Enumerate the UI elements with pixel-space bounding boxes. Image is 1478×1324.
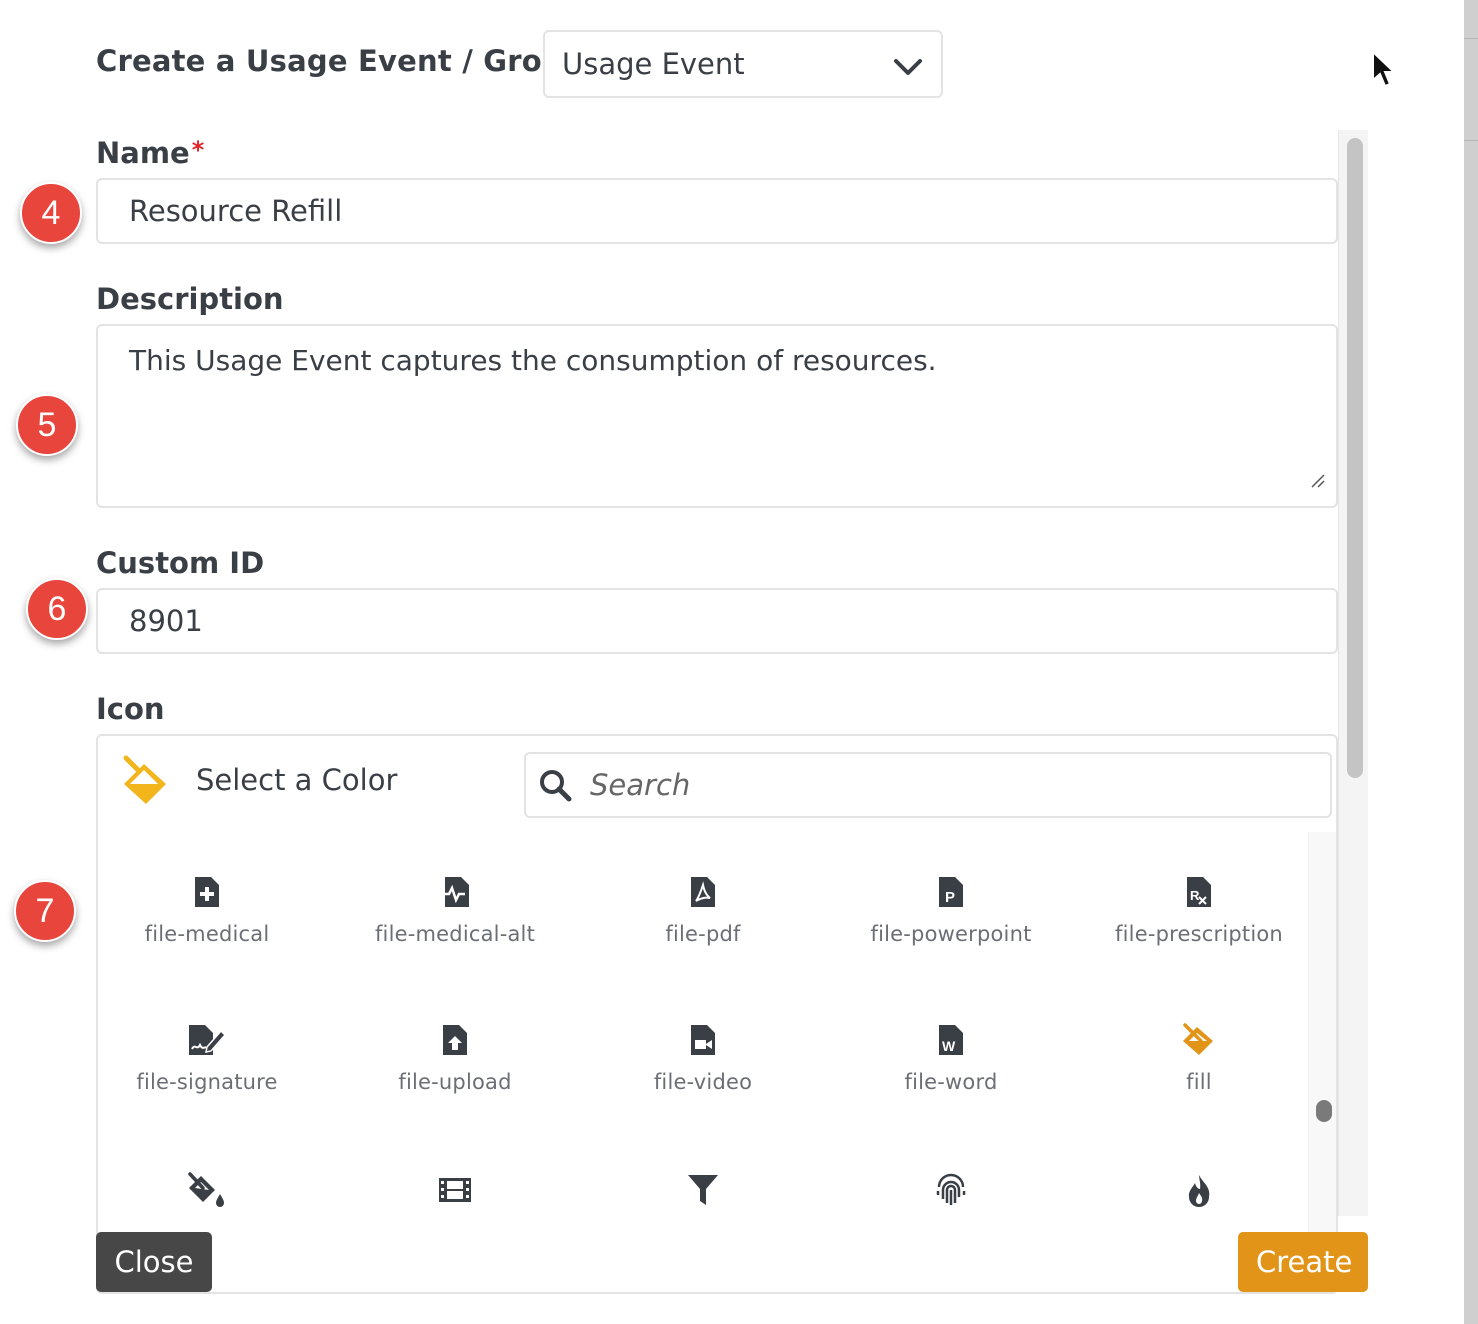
fingerprint-icon	[936, 1173, 966, 1205]
name-input[interactable]: Resource Refill	[96, 178, 1338, 244]
icon-option-label: file-medical-alt	[374, 922, 536, 946]
icon-option-filter[interactable]	[579, 1170, 827, 1220]
create-usage-event-modal: Create a Usage Event / Group Usage Event…	[0, 0, 1464, 1324]
file-medical-alt-icon	[440, 877, 469, 907]
svg-text:W: W	[942, 1038, 956, 1054]
icon-option-label: file-pdf	[665, 922, 741, 946]
icon-option-file-medical[interactable]: file-medical	[98, 872, 331, 946]
select-color-label: Select a Color	[196, 763, 398, 797]
icon-option-label: file-word	[904, 1070, 998, 1094]
file-medical-icon	[195, 877, 219, 907]
file-word-icon: W	[939, 1025, 963, 1055]
create-button[interactable]: Create	[1238, 1232, 1368, 1292]
annotation-badge-6: 6	[26, 578, 88, 640]
icon-option-file-video[interactable]: file-video	[579, 1020, 827, 1094]
fill-icon	[1183, 1023, 1213, 1055]
modal-title: Create a Usage Event / Group	[96, 44, 584, 78]
file-upload-icon	[443, 1025, 467, 1055]
film-icon	[439, 1178, 471, 1202]
file-pdf-icon	[691, 877, 715, 907]
fill-drip-icon	[188, 1172, 224, 1207]
mouse-cursor-icon	[1370, 49, 1398, 94]
file-powerpoint-icon: P	[939, 877, 963, 907]
required-mark: *	[191, 136, 205, 164]
icon-label: Icon	[96, 692, 165, 726]
custom-id-value: 8901	[129, 604, 203, 638]
icon-option-file-pdf[interactable]: file-pdf	[579, 872, 827, 946]
search-icon	[540, 770, 572, 802]
description-textarea[interactable]: This Usage Event captures the consumptio…	[96, 324, 1338, 508]
annotation-badge-7: 7	[14, 880, 76, 942]
file-signature-icon	[189, 1025, 227, 1055]
icon-grid-scrollbar[interactable]	[1308, 832, 1336, 1292]
description-value: This Usage Event captures the consumptio…	[129, 344, 937, 377]
icon-search-input[interactable]	[590, 768, 1290, 802]
svg-text:R: R	[1190, 888, 1200, 903]
icon-option-file-upload[interactable]: file-upload	[331, 1020, 579, 1094]
type-select[interactable]: Usage Event	[543, 30, 943, 98]
modal-backdrop	[1464, 0, 1478, 1324]
icon-option-label: file-powerpoint	[870, 922, 1032, 946]
icon-option-label: file-signature	[136, 1070, 278, 1094]
svg-text:P: P	[945, 889, 955, 906]
icon-option-label: file-prescription	[1115, 922, 1283, 946]
icon-search[interactable]	[524, 752, 1332, 818]
icon-option-label: fill	[1186, 1070, 1212, 1094]
fill-icon	[123, 755, 166, 804]
close-button[interactable]: Close	[96, 1232, 212, 1292]
file-prescription-icon: R	[1187, 877, 1211, 907]
annotation-badge-4: 4	[20, 182, 82, 244]
icon-option-file-powerpoint[interactable]: P file-powerpoint	[827, 872, 1075, 946]
file-video-icon	[691, 1025, 715, 1055]
custom-id-input[interactable]: 8901	[96, 588, 1338, 654]
form-scrollbar[interactable]	[1338, 130, 1368, 1216]
fire-icon	[1188, 1175, 1210, 1207]
icon-option-fill-drip[interactable]	[98, 1170, 331, 1220]
name-label-text: Name	[96, 136, 190, 170]
icon-grid-scrollbar-thumb[interactable]	[1316, 1100, 1332, 1122]
form-scrollbar-thumb[interactable]	[1347, 138, 1363, 778]
icon-option-file-word[interactable]: W file-word	[827, 1020, 1075, 1094]
custom-id-label: Custom ID	[96, 546, 265, 580]
icon-option-fire[interactable]	[1075, 1170, 1323, 1220]
icon-option-fill[interactable]: fill	[1075, 1020, 1323, 1094]
icon-option-label: file-medical	[144, 922, 270, 946]
icon-option-file-prescription[interactable]: R file-prescription	[1075, 872, 1323, 946]
select-color-button[interactable]: Select a Color	[120, 754, 397, 806]
icon-option-file-medical-alt[interactable]: file-medical-alt	[331, 872, 579, 946]
name-label: Name*	[96, 136, 204, 170]
icon-option-film[interactable]	[331, 1170, 579, 1220]
chevron-down-icon	[893, 52, 923, 86]
description-label: Description	[96, 282, 284, 316]
icon-option-label: file-video	[653, 1070, 753, 1094]
icon-picker: Select a Color file-medical file-medical…	[96, 734, 1338, 1294]
icon-option-fingerprint[interactable]	[827, 1170, 1075, 1220]
name-input-value: Resource Refill	[129, 194, 343, 228]
icon-option-file-signature[interactable]: file-signature	[98, 1020, 331, 1094]
filter-icon	[688, 1175, 718, 1205]
resize-grip-icon[interactable]	[1310, 463, 1326, 496]
icon-option-label: file-upload	[398, 1070, 512, 1094]
type-select-value: Usage Event	[562, 47, 745, 81]
annotation-badge-5: 5	[16, 394, 78, 456]
